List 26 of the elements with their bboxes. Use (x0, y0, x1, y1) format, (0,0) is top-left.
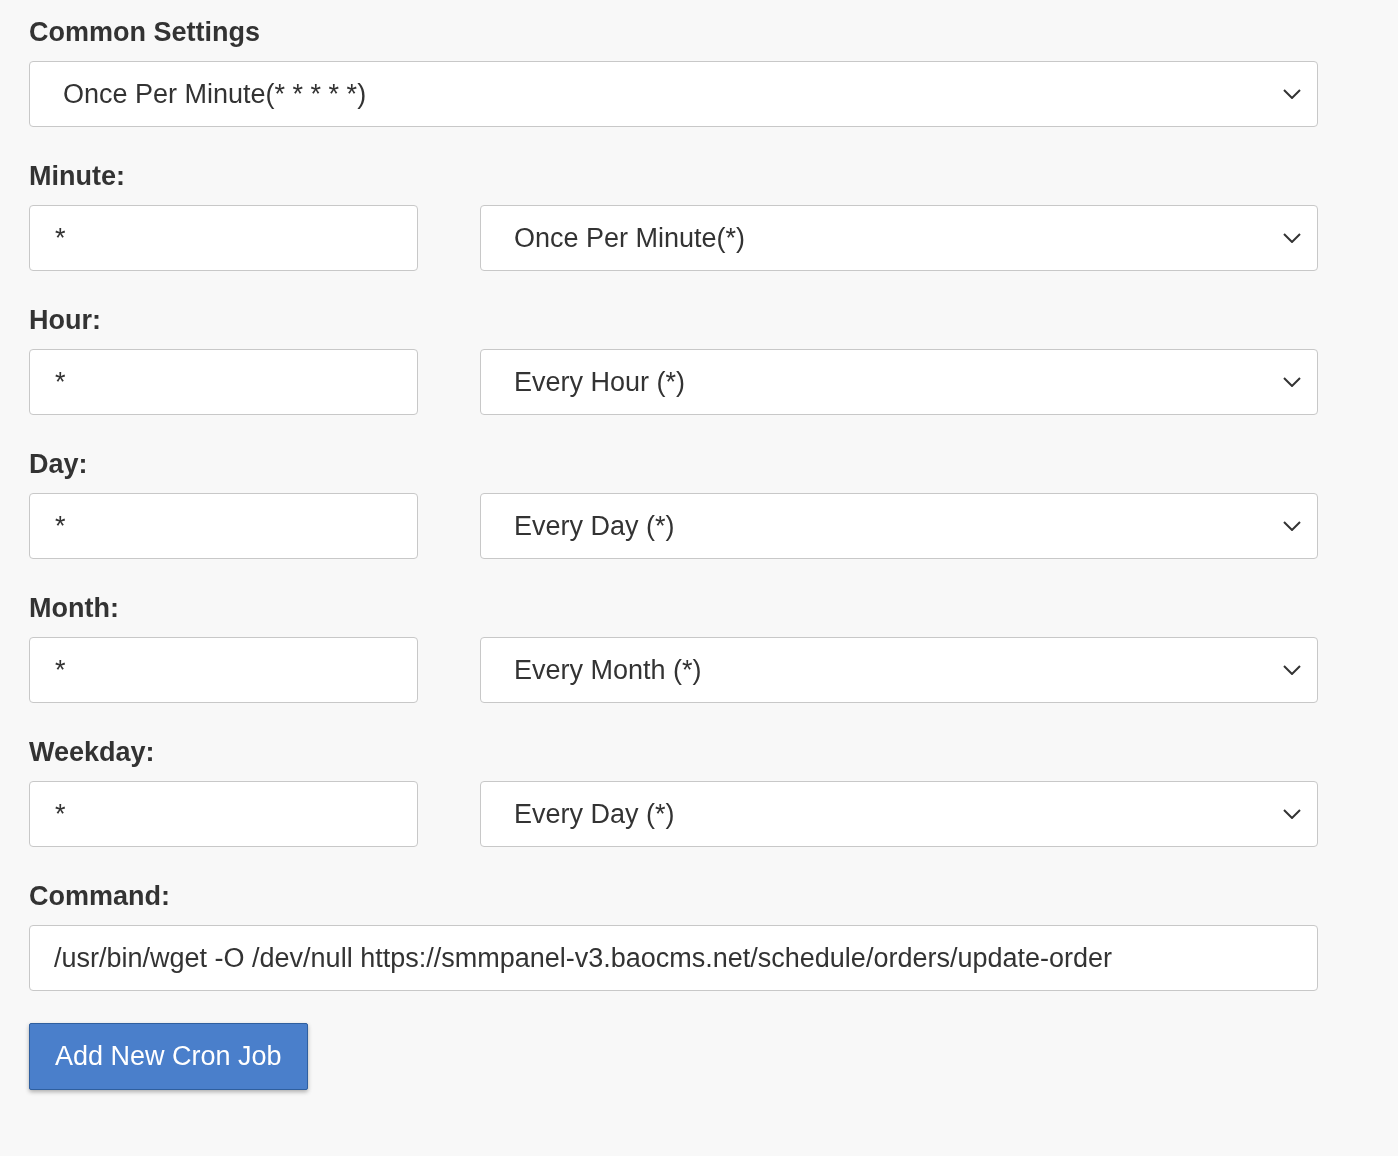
field-label: Day: (29, 449, 89, 479)
dropdown[interactable]: Every Hour (*) (480, 349, 1318, 415)
input-field[interactable]: * (29, 637, 418, 703)
field-label: Weekday: (29, 737, 156, 767)
dropdown[interactable]: Every Month (*) (480, 637, 1318, 703)
chevron-down-icon (1283, 521, 1301, 531)
input-field[interactable]: * (29, 349, 418, 415)
chevron-down-icon (1283, 89, 1301, 99)
dropdown[interactable]: Once Per Minute(*) (480, 205, 1318, 271)
input-field[interactable]: * (29, 205, 418, 271)
field-label: Minute: (29, 161, 126, 191)
input-field[interactable]: /usr/bin/wget -O /dev/null https://smmpanel-v3.baocms.net/schedule/orders/update-order (29, 925, 1318, 991)
input-field[interactable]: * (29, 781, 418, 847)
chevron-down-icon (1283, 377, 1301, 387)
chevron-down-icon (1283, 665, 1301, 675)
field-label: Common Settings (29, 17, 261, 47)
field-label: Month: (29, 593, 120, 623)
chevron-down-icon (1283, 233, 1301, 243)
input-field[interactable]: * (29, 493, 418, 559)
add-cron-job-button[interactable]: Add New Cron Job (29, 1023, 308, 1090)
dropdown[interactable]: Every Day (*) (480, 781, 1318, 847)
field-label: Command: (29, 881, 171, 911)
dropdown[interactable]: Once Per Minute(* * * * *) (29, 61, 1318, 127)
chevron-down-icon (1283, 809, 1301, 819)
dropdown[interactable]: Every Day (*) (480, 493, 1318, 559)
field-label: Hour: (29, 305, 102, 335)
